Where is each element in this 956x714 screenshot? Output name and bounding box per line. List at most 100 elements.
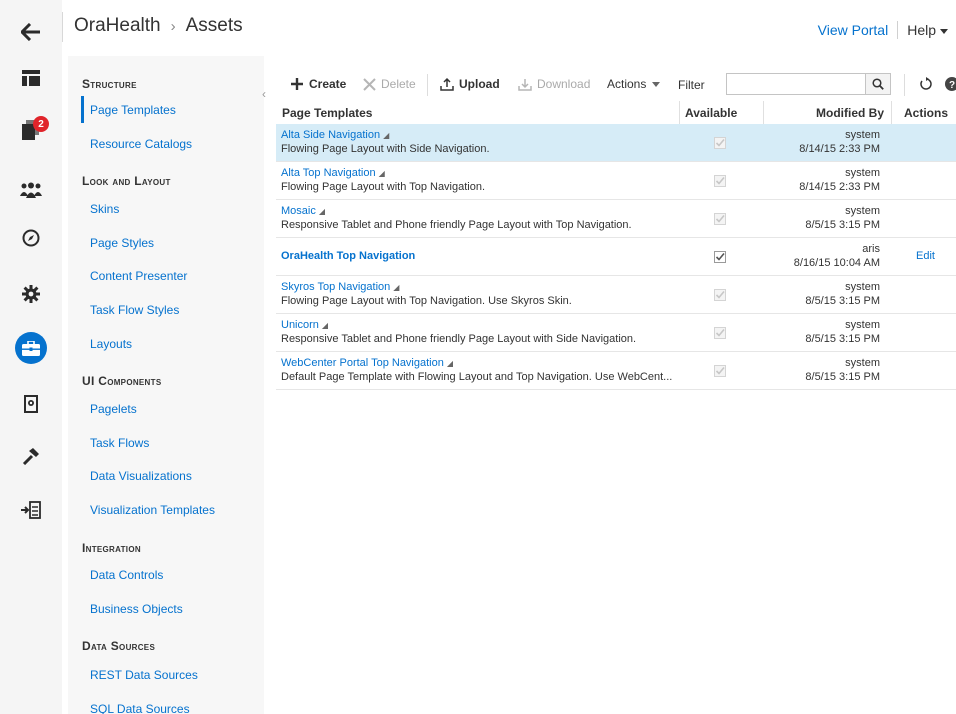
table-row[interactable]: WebCenter Portal Top Navigation ◢ Default… <box>276 352 956 390</box>
filter-input[interactable] <box>726 73 866 95</box>
category-data-visualizations[interactable]: Data Visualizations <box>90 469 192 483</box>
category-business-objects[interactable]: Business Objects <box>90 602 183 616</box>
available-checkbox[interactable] <box>714 251 726 263</box>
chevron-down-icon <box>652 81 661 87</box>
actions-menu[interactable]: Actions <box>607 66 661 102</box>
modified-by-user: system <box>845 205 880 217</box>
category-page-styles[interactable]: Page Styles <box>90 236 154 250</box>
pin-icon: ◢ <box>383 131 390 140</box>
people-icon[interactable] <box>0 174 62 206</box>
upload-button[interactable]: Upload <box>440 66 500 102</box>
compass-icon[interactable] <box>0 222 62 254</box>
help-icon[interactable]: ? <box>945 66 956 102</box>
import-icon[interactable] <box>0 494 62 526</box>
header-divider <box>62 12 63 42</box>
available-checkbox[interactable] <box>714 289 726 301</box>
table-row[interactable]: OraHealth Top Navigation aris 8/16/15 10… <box>276 238 956 276</box>
search-icon[interactable] <box>866 73 891 95</box>
breadcrumb-separator: › <box>170 17 176 35</box>
category-visualization-templates[interactable]: Visualization Templates <box>90 503 215 517</box>
modified-date: 8/5/15 3:15 PM <box>805 295 880 307</box>
pin-icon: ◢ <box>378 169 385 178</box>
available-checkbox[interactable] <box>714 327 726 339</box>
refresh-icon[interactable] <box>919 66 933 102</box>
selected-category-indicator <box>81 96 84 123</box>
section-look-and-layout: Look and Layout <box>82 174 171 188</box>
modified-date: 8/5/15 3:15 PM <box>805 219 880 231</box>
collapse-panel-icon[interactable]: ‹ <box>262 87 266 101</box>
category-sql-data-sources[interactable]: SQL Data Sources <box>90 702 190 714</box>
category-page-templates[interactable]: Page Templates <box>90 103 176 117</box>
template-name-link[interactable]: OraHealth Top Navigation <box>281 250 415 262</box>
category-task-flows[interactable]: Task Flows <box>90 436 149 450</box>
toolbox-icon[interactable] <box>0 332 62 364</box>
template-name-link[interactable]: Mosaic ◢ <box>281 205 325 217</box>
svg-text:?: ? <box>949 80 955 91</box>
edit-link[interactable]: Edit <box>916 250 935 262</box>
category-pagelets[interactable]: Pagelets <box>90 402 137 416</box>
layout-icon[interactable] <box>0 62 62 94</box>
asset-toolbar: Create Delete Upload Download Actions Fi… <box>276 66 956 102</box>
help-menu[interactable]: Help <box>907 22 948 38</box>
table-header: Page Templates Available Modified By Act… <box>276 101 956 125</box>
template-name-link[interactable]: WebCenter Portal Top Navigation ◢ <box>281 357 453 369</box>
breadcrumb: OraHealth › Assets <box>74 15 243 37</box>
view-portal-link[interactable]: View Portal <box>818 22 889 38</box>
hammer-icon[interactable] <box>0 440 62 472</box>
column-page-templates[interactable]: Page Templates <box>282 106 372 120</box>
table-row[interactable]: Skyros Top Navigation ◢ Flowing Page Layo… <box>276 276 956 314</box>
table-row[interactable]: Mosaic ◢ Responsive Tablet and Phone frie… <box>276 200 956 238</box>
upload-icon <box>440 77 454 91</box>
category-task-flow-styles[interactable]: Task Flow Styles <box>90 303 179 317</box>
pages-icon[interactable]: 2 <box>0 114 62 146</box>
category-resource-catalogs[interactable]: Resource Catalogs <box>90 137 192 151</box>
modified-by-user: system <box>845 319 880 331</box>
template-description: Flowing Page Layout with Top Navigation.… <box>281 295 572 307</box>
category-content-presenter[interactable]: Content Presenter <box>90 269 187 283</box>
pin-icon: ◢ <box>393 283 400 292</box>
breadcrumb-root[interactable]: OraHealth <box>74 15 161 37</box>
pin-icon: ◢ <box>446 359 454 368</box>
template-name: Unicorn <box>281 319 319 331</box>
available-checkbox[interactable] <box>714 213 726 225</box>
gear-icon[interactable] <box>0 278 62 310</box>
delete-button[interactable]: Delete <box>363 66 416 102</box>
create-button[interactable]: Create <box>290 66 346 102</box>
available-checkbox[interactable] <box>714 137 726 149</box>
table-row[interactable]: Alta Top Navigation ◢ Flowing Page Layout… <box>276 162 956 200</box>
column-available[interactable]: Available <box>685 106 737 120</box>
device-settings-icon[interactable] <box>0 388 62 420</box>
chevron-down-icon <box>940 28 948 34</box>
pin-icon: ◢ <box>318 207 325 216</box>
template-description: Flowing Page Layout with Side Navigation… <box>281 143 490 155</box>
available-checkbox[interactable] <box>714 175 726 187</box>
category-rest-data-sources[interactable]: REST Data Sources <box>90 668 198 682</box>
template-name-link[interactable]: Alta Side Navigation ◢ <box>281 129 389 141</box>
modified-by-user: system <box>845 129 880 141</box>
template-name-link[interactable]: Skyros Top Navigation ◢ <box>281 281 399 293</box>
header-link-divider <box>897 21 899 39</box>
template-name-link[interactable]: Alta Top Navigation ◢ <box>281 167 385 179</box>
column-actions[interactable]: Actions <box>904 106 948 120</box>
toolbar-divider <box>427 74 428 96</box>
toolbar-divider <box>904 74 905 96</box>
category-layouts[interactable]: Layouts <box>90 337 132 351</box>
download-icon <box>518 77 532 91</box>
modified-date: 8/14/15 2:33 PM <box>799 143 880 155</box>
page-title: Assets <box>185 15 243 36</box>
back-arrow-icon[interactable] <box>0 16 62 48</box>
modified-by-user: system <box>845 167 880 179</box>
template-name-link[interactable]: Unicorn ◢ <box>281 319 328 331</box>
table-row[interactable]: Unicorn ◢ Responsive Tablet and Phone fri… <box>276 314 956 352</box>
section-data-sources: Data Sources <box>82 639 156 653</box>
download-button[interactable]: Download <box>518 66 590 102</box>
category-data-controls[interactable]: Data Controls <box>90 568 163 582</box>
modified-date: 8/16/15 10:04 AM <box>793 257 880 269</box>
column-modified-by[interactable]: Modified By <box>816 106 884 120</box>
modified-by-user: aris <box>862 243 880 255</box>
available-checkbox[interactable] <box>714 365 726 377</box>
template-name: Alta Side Navigation <box>281 129 381 141</box>
category-skins[interactable]: Skins <box>90 202 119 216</box>
table-row[interactable]: Alta Side Navigation ◢ Flowing Page Layou… <box>276 124 956 162</box>
template-name: WebCenter Portal Top Navigation <box>281 357 444 369</box>
